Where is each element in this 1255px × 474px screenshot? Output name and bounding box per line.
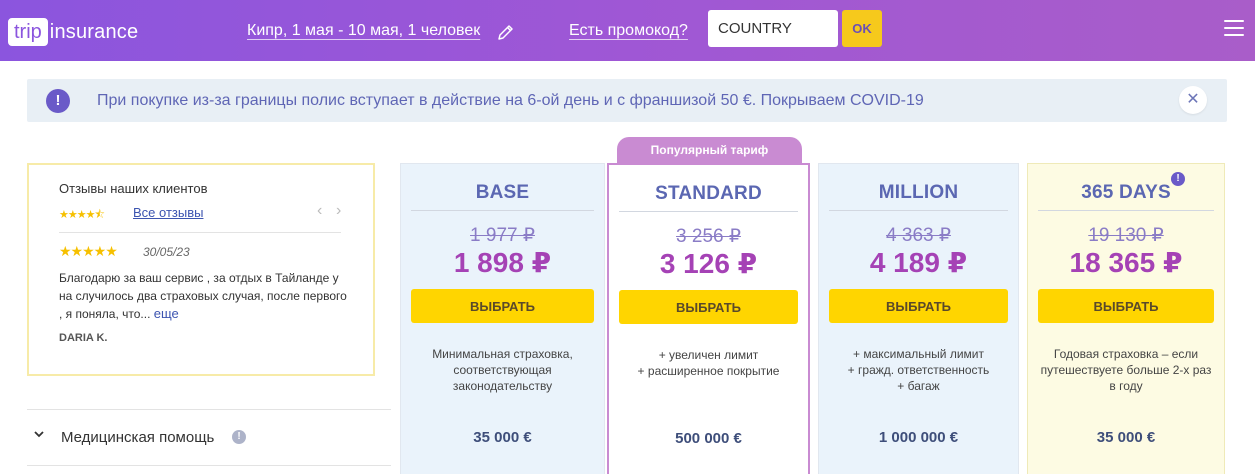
medical-help-row[interactable]: Медицинская помощь ! [27, 410, 391, 465]
hamburger-menu-icon[interactable] [1224, 20, 1244, 38]
plan-card-standard: STANDARD 3 256 ₽ 3 126 ₽ ВЫБРАТЬ + увели… [607, 163, 810, 474]
plan-name: BASE [475, 182, 530, 203]
plan-description: + увеличен лимит + расширенное покрытие [637, 348, 780, 378]
notice-text: При покупке из-за границы полис вступает… [97, 92, 924, 109]
review-more-link[interactable]: еще [154, 306, 179, 321]
plan-limit: 1 000 000 € [878, 429, 959, 446]
rating-stars: ★★★★⯪ [59, 209, 105, 221]
old-price: 4 363 ₽ [886, 225, 951, 246]
new-price: 18 365 ₽ [1069, 247, 1183, 278]
plan-name: STANDARD [655, 183, 762, 204]
old-price: 1 977 ₽ [470, 225, 535, 246]
close-icon[interactable]: ✕ [1179, 86, 1207, 114]
plan-description: + максимальный лимит + гражд. ответствен… [847, 347, 990, 393]
promo-ok-button[interactable]: OK [842, 10, 882, 47]
divider [27, 465, 391, 466]
choose-button[interactable]: ВЫБРАТЬ [1038, 289, 1214, 323]
plan-limit: 35 000 € [473, 429, 532, 446]
medical-help-label: Медицинская помощь [61, 429, 215, 446]
info-icon: ! [46, 89, 70, 113]
plan-card-365-days: 365 DAYS ! 19 130 ₽ 18 365 ₽ ВЫБРАТЬ Год… [1027, 163, 1225, 474]
all-reviews-link[interactable]: Все отзывы [133, 205, 203, 220]
plan-limit: 500 000 € [675, 430, 742, 447]
logo[interactable]: trip insurance [8, 17, 138, 47]
plan-description: Минимальная страховка, соответствующая з… [432, 347, 573, 393]
plan-name: MILLION [878, 182, 959, 203]
choose-button[interactable]: ВЫБРАТЬ [829, 289, 1008, 323]
review-stars: ★★★★★ [59, 243, 118, 259]
promo-code-input[interactable] [708, 10, 838, 47]
reviews-card: Отзывы наших клиентов ★★★★⯪ Все отзывы ‹… [27, 163, 375, 376]
divider [59, 232, 341, 233]
plan-card-million: MILLION 4 363 ₽ 4 189 ₽ ВЫБРАТЬ + максим… [818, 163, 1019, 474]
chevron-left-icon[interactable]: ‹ [317, 202, 322, 220]
review-date: 30/05/23 [143, 245, 190, 259]
choose-button[interactable]: ВЫБРАТЬ [411, 289, 594, 323]
chevron-down-icon [34, 431, 44, 438]
divider [829, 210, 1008, 211]
top-header: trip insurance Кипр, 1 мая - 10 мая, 1 ч… [0, 0, 1255, 61]
logo-text: insurance [49, 20, 139, 43]
divider [1038, 210, 1214, 211]
divider [619, 211, 798, 212]
old-price: 3 256 ₽ [676, 226, 741, 247]
plan-description: Годовая страховка – если путешествуете б… [1040, 347, 1212, 393]
notice-bar: ! При покупке из-за границы полис вступа… [27, 79, 1227, 122]
review-author: DARIA K. [59, 332, 108, 344]
divider [411, 210, 594, 211]
logo-box-text: trip [8, 18, 48, 46]
new-price: 4 189 ₽ [869, 247, 968, 278]
promo-code-link[interactable]: Есть промокод? [569, 22, 688, 40]
info-icon[interactable]: ! [1171, 172, 1185, 186]
old-price: 19 130 ₽ [1088, 225, 1164, 246]
chevron-right-icon[interactable]: › [336, 202, 341, 220]
choose-button[interactable]: ВЫБРАТЬ [619, 290, 798, 324]
info-icon[interactable]: ! [232, 430, 246, 444]
review-text: Благодарю за ваш сервис , за отдых в Тай… [59, 269, 349, 323]
plan-name: 365 DAYS [1081, 182, 1171, 203]
popular-badge: Популярный тариф [617, 137, 802, 164]
new-price: 1 898 ₽ [453, 247, 552, 278]
pencil-icon[interactable] [496, 22, 516, 42]
reviews-title: Отзывы наших клиентов [59, 181, 208, 196]
new-price: 3 126 ₽ [659, 248, 758, 279]
plan-limit: 35 000 € [1096, 429, 1156, 446]
review-body: Благодарю за ваш сервис , за отдых в Тай… [59, 271, 347, 321]
trip-summary-link[interactable]: Кипр, 1 мая - 10 мая, 1 человек [247, 22, 480, 40]
plan-card-base: BASE 1 977 ₽ 1 898 ₽ ВЫБРАТЬ Минимальная… [400, 163, 605, 474]
